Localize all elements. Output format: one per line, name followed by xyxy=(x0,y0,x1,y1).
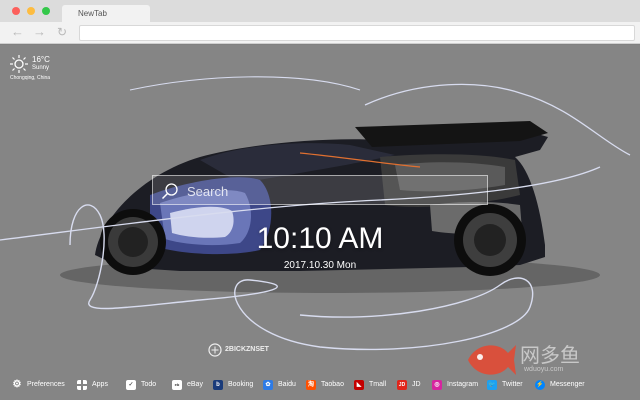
twitter-icon: 🐦 xyxy=(487,380,497,390)
new-tab-page: 16°C Sunny Chongqing, China 10:10 AM 201… xyxy=(0,45,640,400)
preferences-label: Preferences xyxy=(27,381,65,388)
checkbox-icon: ✓ xyxy=(126,380,136,390)
search-input[interactable] xyxy=(187,181,477,201)
instagram-icon: ◎ xyxy=(432,380,442,390)
tmall-label: Tmall xyxy=(369,381,387,388)
twitter-label: Twitter xyxy=(502,381,523,388)
tmall-icon: ◣ xyxy=(354,380,364,390)
taobao-label: Taobao xyxy=(321,381,344,388)
browser-tab[interactable]: NewTab xyxy=(62,5,150,22)
instagram-label: Instagram xyxy=(447,381,479,388)
weather-location: Chongqing, China xyxy=(10,75,51,81)
forward-arrow-icon[interactable]: → xyxy=(33,25,46,39)
reload-icon[interactable]: ↻ xyxy=(57,25,67,39)
weather-condition: Sunny xyxy=(32,65,50,71)
brand-text: 2BICKZNSET xyxy=(225,346,269,353)
brand-logo: 2BICKZNSET xyxy=(208,343,269,357)
clock-date: 2017.10.30 Mon xyxy=(283,260,357,271)
bottom-bar: ⚙ Preferences Apps ✓ Todo eb eBay b Book… xyxy=(0,374,640,396)
search-icon[interactable] xyxy=(161,182,179,200)
clock-time: 10:10 AM xyxy=(256,222,384,255)
grid-icon xyxy=(77,380,87,390)
address-bar[interactable] xyxy=(79,25,635,41)
baidu-label: Baidu xyxy=(278,381,296,388)
watermark-text: 网多鱼 xyxy=(520,345,580,367)
ebay-label: eBay xyxy=(187,381,203,388)
minimize-window-button[interactable] xyxy=(27,7,35,15)
booking-label: Booking xyxy=(228,381,254,388)
watermark-subtext: wduoyu.com xyxy=(524,366,564,373)
brand-mark-icon xyxy=(208,343,222,357)
gear-icon: ⚙ xyxy=(12,379,22,390)
taobao-icon: 淘 xyxy=(306,380,316,390)
jd-icon: JD xyxy=(397,380,407,390)
jd-label: JD xyxy=(412,381,421,388)
ebay-icon: eb xyxy=(172,380,182,390)
booking-icon: b xyxy=(213,380,223,390)
close-window-button[interactable] xyxy=(12,7,20,15)
back-arrow-icon[interactable]: ← xyxy=(11,25,24,39)
todo-label: Todo xyxy=(141,381,157,388)
messenger-label: Messenger xyxy=(550,381,585,388)
browser-toolbar: ← → ↻ xyxy=(0,22,640,44)
sun-icon xyxy=(10,55,28,73)
baidu-icon: ✿ xyxy=(263,380,273,390)
maximize-window-button[interactable] xyxy=(42,7,50,15)
weather-temperature: 16°C xyxy=(32,55,50,64)
browser-titlebar: NewTab xyxy=(0,0,640,22)
messenger-icon: ⚡ xyxy=(535,380,545,390)
apps-label: Apps xyxy=(92,381,108,388)
search-box[interactable] xyxy=(152,175,488,205)
